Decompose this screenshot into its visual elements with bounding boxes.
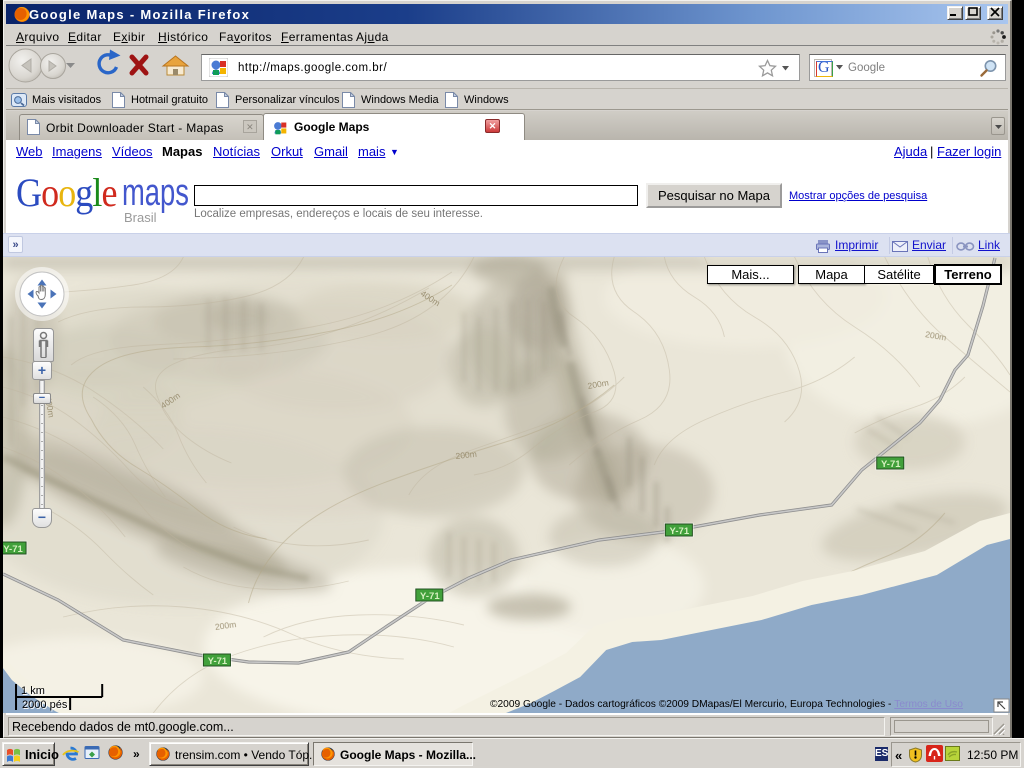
- svg-text:Y-71: Y-71: [3, 544, 23, 555]
- svg-text:©2009 Google - Dados cartográf: ©2009 Google - Dados cartográficos ©2009…: [490, 699, 963, 710]
- svg-text:2000 pés: 2000 pés: [22, 699, 68, 711]
- svg-text:1 km: 1 km: [21, 685, 45, 697]
- svg-text:Y-71: Y-71: [208, 656, 228, 667]
- svg-text:Y-71: Y-71: [420, 591, 440, 602]
- svg-text:Y-71: Y-71: [670, 526, 690, 537]
- svg-text:Y-71: Y-71: [881, 459, 901, 470]
